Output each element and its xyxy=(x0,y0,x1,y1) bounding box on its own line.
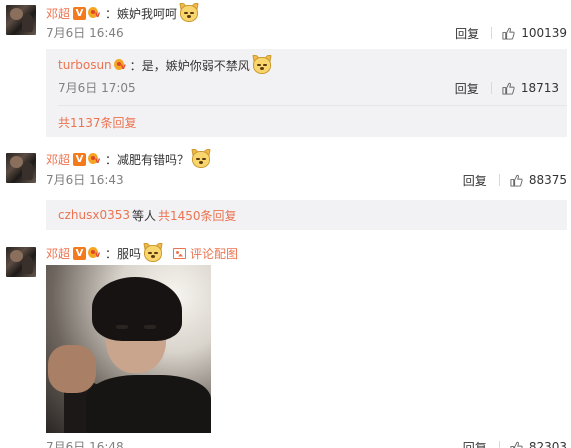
more-replies-link[interactable]: 共1137条回复 xyxy=(58,114,137,131)
avatar[interactable] xyxy=(6,247,36,277)
like-count[interactable]: 100139 xyxy=(521,26,567,40)
sub-reply-actions: 回复 18713 xyxy=(455,79,559,97)
colon: ： xyxy=(105,152,118,167)
reply-button[interactable]: 回复 xyxy=(455,80,479,97)
comment-item: 邓超 V v ： 减肥有错吗？ 7月6日 16:43 回复 88375 czhu… xyxy=(0,148,571,230)
verified-badge-icon: V xyxy=(73,152,87,166)
colon: ： xyxy=(105,246,118,261)
like-count[interactable]: 82303 xyxy=(529,440,567,448)
comment-actions: 回复 82303 xyxy=(463,438,567,448)
picture-icon xyxy=(173,247,187,259)
divider xyxy=(498,174,500,186)
comment-actions: 回复 100139 xyxy=(455,24,567,42)
replier-username[interactable]: czhusx0353 xyxy=(58,208,130,222)
doge-emoji-icon xyxy=(143,243,163,263)
thumbs-up-icon[interactable] xyxy=(502,27,515,40)
replied-by-row: czhusx0353 等人 共1450条回复 xyxy=(58,205,237,225)
avatar[interactable] xyxy=(6,153,36,183)
doge-emoji-icon xyxy=(252,55,272,75)
thumbs-up-icon[interactable] xyxy=(510,174,523,187)
avatar[interactable] xyxy=(6,5,36,35)
comment-time: 7月6日 16:46 xyxy=(46,26,124,40)
colon: ： xyxy=(105,6,118,21)
like-count[interactable]: 18713 xyxy=(521,81,559,95)
picture-link-label: 评论配图 xyxy=(190,246,239,261)
comment-username[interactable]: 邓超 xyxy=(46,5,70,22)
vip-badge-icon[interactable]: v xyxy=(113,58,130,72)
and-others-text: 等人 xyxy=(132,208,157,223)
comment-picture[interactable] xyxy=(46,265,211,433)
colon: ： xyxy=(129,58,142,73)
comment-header: 邓超 V v ： 嫉妒我呵呵 xyxy=(46,3,199,23)
doge-emoji-icon xyxy=(179,3,199,23)
reply-button[interactable]: 回复 xyxy=(463,172,487,189)
sub-reply-header: turbosun v ： 是，嫉妒你弱不禁风 xyxy=(58,55,272,75)
like-count[interactable]: 88375 xyxy=(529,173,567,187)
more-replies-link[interactable]: 共1450条回复 xyxy=(158,207,237,224)
vip-badge-icon[interactable]: v xyxy=(88,6,104,20)
comment-text: 嫉妒我呵呵 xyxy=(117,6,178,21)
verified-badge-icon: V xyxy=(73,246,87,260)
sub-reply-text: 是，嫉妒你弱不禁风 xyxy=(141,58,250,73)
reply-thread: czhusx0353 等人 共1450条回复 xyxy=(46,200,567,230)
sub-reply-time: 7月6日 17:05 xyxy=(58,81,136,95)
doge-emoji-icon xyxy=(191,149,211,169)
thumbs-up-icon[interactable] xyxy=(502,82,515,95)
verified-badge-icon: V xyxy=(73,6,87,20)
thread-divider xyxy=(58,105,567,106)
reply-button[interactable]: 回复 xyxy=(455,25,479,42)
comment-text: 服吗 xyxy=(117,246,142,261)
comment-text: 减肥有错吗？ xyxy=(117,152,190,167)
comment-time: 7月6日 16:43 xyxy=(46,173,124,187)
comment-header: 邓超 V v ： 减肥有错吗？ xyxy=(46,149,211,169)
divider xyxy=(490,82,492,94)
comment-username[interactable]: 邓超 xyxy=(46,245,70,262)
comment-picture-link[interactable]: 评论配图 xyxy=(173,245,238,262)
comment-header: 邓超 V v ： 服吗 评论配图 xyxy=(46,243,238,263)
comment-time: 7月6日 16:48 xyxy=(46,440,124,448)
more-replies-row: 共1137条回复 xyxy=(58,112,137,132)
reply-button[interactable]: 回复 xyxy=(463,439,487,448)
comment-actions: 回复 88375 xyxy=(463,171,567,189)
divider xyxy=(491,27,493,39)
vip-badge-icon[interactable]: v xyxy=(88,246,104,260)
sub-reply-username[interactable]: turbosun xyxy=(58,58,112,72)
comment-item: 邓超 V v ： 嫉妒我呵呵 7月6日 16:46 回复 100139 turb… xyxy=(0,2,571,137)
thumbs-up-icon[interactable] xyxy=(510,441,523,448)
vip-badge-icon[interactable]: v xyxy=(88,152,104,166)
comment-username[interactable]: 邓超 xyxy=(46,151,70,168)
reply-thread: turbosun v ： 是，嫉妒你弱不禁风 7月6日 17:05 回复 187… xyxy=(46,49,567,137)
divider xyxy=(498,441,500,448)
